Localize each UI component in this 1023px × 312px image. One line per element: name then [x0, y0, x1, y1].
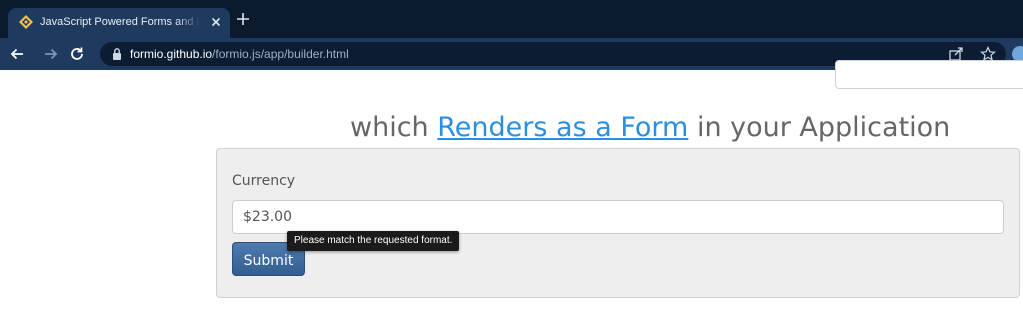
formio-logo-icon: [19, 15, 33, 29]
validation-tooltip: Please match the requested format.: [287, 231, 460, 251]
url-host: formio.github.io: [130, 47, 213, 61]
page-heading: which Renders as a Form in your Applicat…: [350, 111, 950, 145]
tab-title: JavaScript Powered Forms and Form.io: [40, 16, 200, 28]
heading-suffix: in your Application: [688, 112, 951, 143]
forward-icon[interactable]: [42, 45, 60, 63]
plus-icon[interactable]: [236, 12, 250, 26]
back-icon[interactable]: [8, 45, 26, 63]
browser-tab[interactable]: JavaScript Powered Forms and Form.io: [8, 8, 230, 38]
currency-label: Currency: [232, 173, 296, 189]
builder-panel-edge: [835, 60, 1023, 89]
url-text: formio.github.io/formio.js/app/builder.h…: [130, 47, 349, 61]
url-path: /formio.js/app/builder.html: [212, 47, 349, 61]
browser-tab-strip: JavaScript Powered Forms and Form.io: [0, 0, 1023, 38]
close-icon[interactable]: [208, 14, 224, 30]
lock-icon[interactable]: [111, 47, 123, 61]
reload-icon[interactable]: [68, 45, 86, 63]
currency-input[interactable]: [232, 200, 1004, 234]
renders-as-form-link[interactable]: Renders as a Form: [437, 112, 688, 143]
heading-prefix: which: [350, 112, 438, 143]
rendered-form-panel: Currency Submit: [216, 148, 1020, 298]
